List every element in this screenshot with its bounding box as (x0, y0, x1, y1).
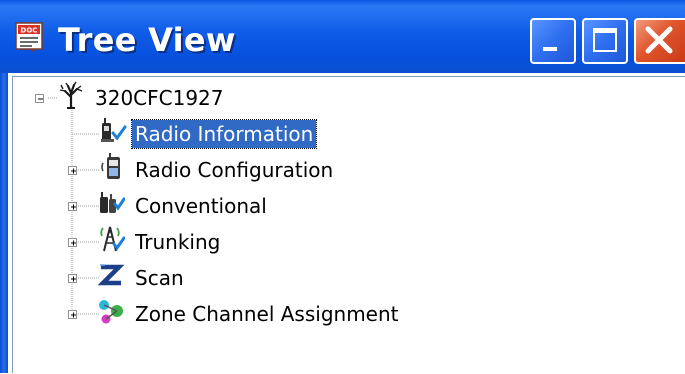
tree-item-scan[interactable]: Scan (132, 264, 187, 292)
expand-toggle-radio-configuration[interactable] (68, 166, 77, 175)
plus-icon (71, 240, 76, 246)
plus-icon (71, 204, 76, 210)
expand-toggle-trunking[interactable] (68, 238, 77, 247)
minus-icon (38, 98, 43, 100)
tree-item-conventional[interactable]: Conventional (132, 192, 270, 220)
plus-icon (71, 312, 76, 318)
svg-text:DOC: DOC (21, 27, 38, 35)
maximize-button[interactable] (582, 18, 628, 64)
tree-item-radio-configuration[interactable]: Radio Configuration (132, 156, 336, 184)
plus-icon (71, 168, 76, 174)
minimize-button[interactable] (530, 18, 576, 64)
tree-view-window: DOC Tree View 320CFC1927 Radio Informati… (0, 0, 685, 373)
tree-control[interactable]: 320CFC1927 Radio Information Radio Confi… (12, 76, 685, 373)
window-title: Tree View (58, 21, 236, 59)
root-collapse-toggle[interactable] (35, 94, 44, 103)
expand-toggle-scan[interactable] (68, 274, 77, 283)
zone-channel-icon (97, 297, 125, 325)
scan-icon (97, 261, 125, 289)
maximize-icon (593, 28, 617, 52)
radio-info-icon (99, 117, 127, 145)
tree-item-trunking[interactable]: Trunking (132, 228, 223, 256)
conventional-icon (97, 189, 126, 217)
minimize-icon (543, 47, 557, 51)
tree-root-label[interactable]: 320CFC1927 (92, 84, 227, 112)
tree-icon (57, 81, 85, 110)
close-button[interactable] (634, 18, 685, 64)
tree-item-radio-information[interactable]: Radio Information (130, 119, 318, 149)
window-frame-left (0, 73, 8, 373)
expand-toggle-zone-channel-assignment[interactable] (68, 310, 77, 319)
expand-toggle-conventional[interactable] (68, 202, 77, 211)
doc-icon[interactable]: DOC (14, 22, 46, 52)
trunking-icon (97, 224, 126, 252)
title-bar[interactable]: DOC Tree View (0, 0, 685, 74)
tree-item-zone-channel-assignment[interactable]: Zone Channel Assignment (132, 300, 402, 328)
plus-icon (71, 276, 76, 282)
close-icon (645, 26, 673, 54)
radio-config-icon (99, 153, 127, 181)
